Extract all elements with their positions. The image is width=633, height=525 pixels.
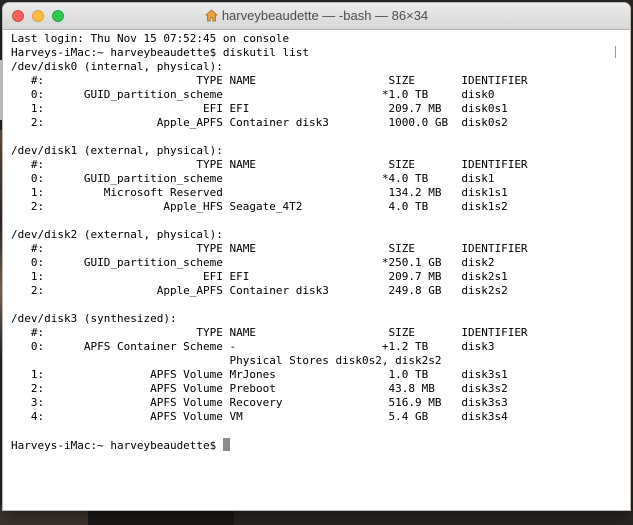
terminal-line: 2: Apple_APFS Container disk3 249.8 GB d… bbox=[11, 284, 508, 297]
window-title: harveybeaudette — -bash — 86×34 bbox=[3, 8, 630, 23]
terminal-line: 1: Microsoft Reserved 134.2 MB disk1s1 bbox=[11, 186, 508, 199]
terminal-line: 4: APFS Volume VM 5.4 GB disk3s4 bbox=[11, 410, 508, 423]
terminal-line: 1: EFI EFI 209.7 MB disk0s1 bbox=[11, 102, 508, 115]
terminal-output: Last login: Thu Nov 15 07:52:45 on conso… bbox=[11, 32, 630, 438]
terminal-line: /dev/disk3 (synthesized): bbox=[11, 312, 177, 325]
prompt-text: Harveys-iMac:~ harveybeaudette$ bbox=[11, 439, 223, 452]
terminal-line: 1: APFS Volume MrJones 1.0 TB disk3s1 bbox=[11, 368, 508, 381]
terminal-line: 2: Apple_APFS Container disk3 1000.0 GB … bbox=[11, 116, 508, 129]
terminal-line: 2: APFS Volume Preboot 43.8 MB disk3s2 bbox=[11, 382, 508, 395]
terminal-line: /dev/disk0 (internal, physical): bbox=[11, 60, 223, 73]
title-bar[interactable]: harveybeaudette — -bash — 86×34 bbox=[3, 3, 630, 30]
terminal-line: 1: EFI EFI 209.7 MB disk2s1 bbox=[11, 270, 508, 283]
terminal-line: #: TYPE NAME SIZE IDENTIFIER bbox=[11, 326, 528, 339]
window-title-text: harveybeaudette — -bash — 86×34 bbox=[221, 8, 429, 23]
terminal-line: 0: GUID_partition_scheme *250.1 GB disk2 bbox=[11, 256, 495, 269]
terminal-line: /dev/disk1 (external, physical): bbox=[11, 144, 223, 157]
text-cursor bbox=[222, 438, 230, 451]
home-icon bbox=[204, 9, 218, 22]
terminal-content[interactable]: Last login: Thu Nov 15 07:52:45 on conso… bbox=[3, 30, 630, 510]
terminal-line: #: TYPE NAME SIZE IDENTIFIER bbox=[11, 242, 528, 255]
terminal-line: 2: Apple_HFS Seagate_4T2 4.0 TB disk1s2 bbox=[11, 200, 508, 213]
terminal-line: Last login: Thu Nov 15 07:52:45 on conso… bbox=[11, 32, 290, 45]
scroll-indicator[interactable] bbox=[615, 46, 616, 58]
terminal-line: 0: GUID_partition_scheme *1.0 TB disk0 bbox=[11, 88, 495, 101]
prompt-line[interactable]: Harveys-iMac:~ harveybeaudette$ bbox=[11, 438, 630, 453]
terminal-line: 0: GUID_partition_scheme *4.0 TB disk1 bbox=[11, 172, 495, 185]
terminal-line: /dev/disk2 (external, physical): bbox=[11, 228, 223, 241]
terminal-line: #: TYPE NAME SIZE IDENTIFIER bbox=[11, 74, 528, 87]
terminal-line: Physical Stores disk0s2, disk2s2 bbox=[11, 354, 442, 367]
terminal-line: Harveys-iMac:~ harveybeaudette$ diskutil… bbox=[11, 46, 310, 59]
terminal-line: #: TYPE NAME SIZE IDENTIFIER bbox=[11, 158, 528, 171]
terminal-line: 0: APFS Container Scheme - +1.2 TB disk3 bbox=[11, 340, 495, 353]
terminal-line: 3: APFS Volume Recovery 516.9 MB disk3s3 bbox=[11, 396, 508, 409]
terminal-window[interactable]: harveybeaudette — -bash — 86×34 Last log… bbox=[3, 3, 630, 510]
